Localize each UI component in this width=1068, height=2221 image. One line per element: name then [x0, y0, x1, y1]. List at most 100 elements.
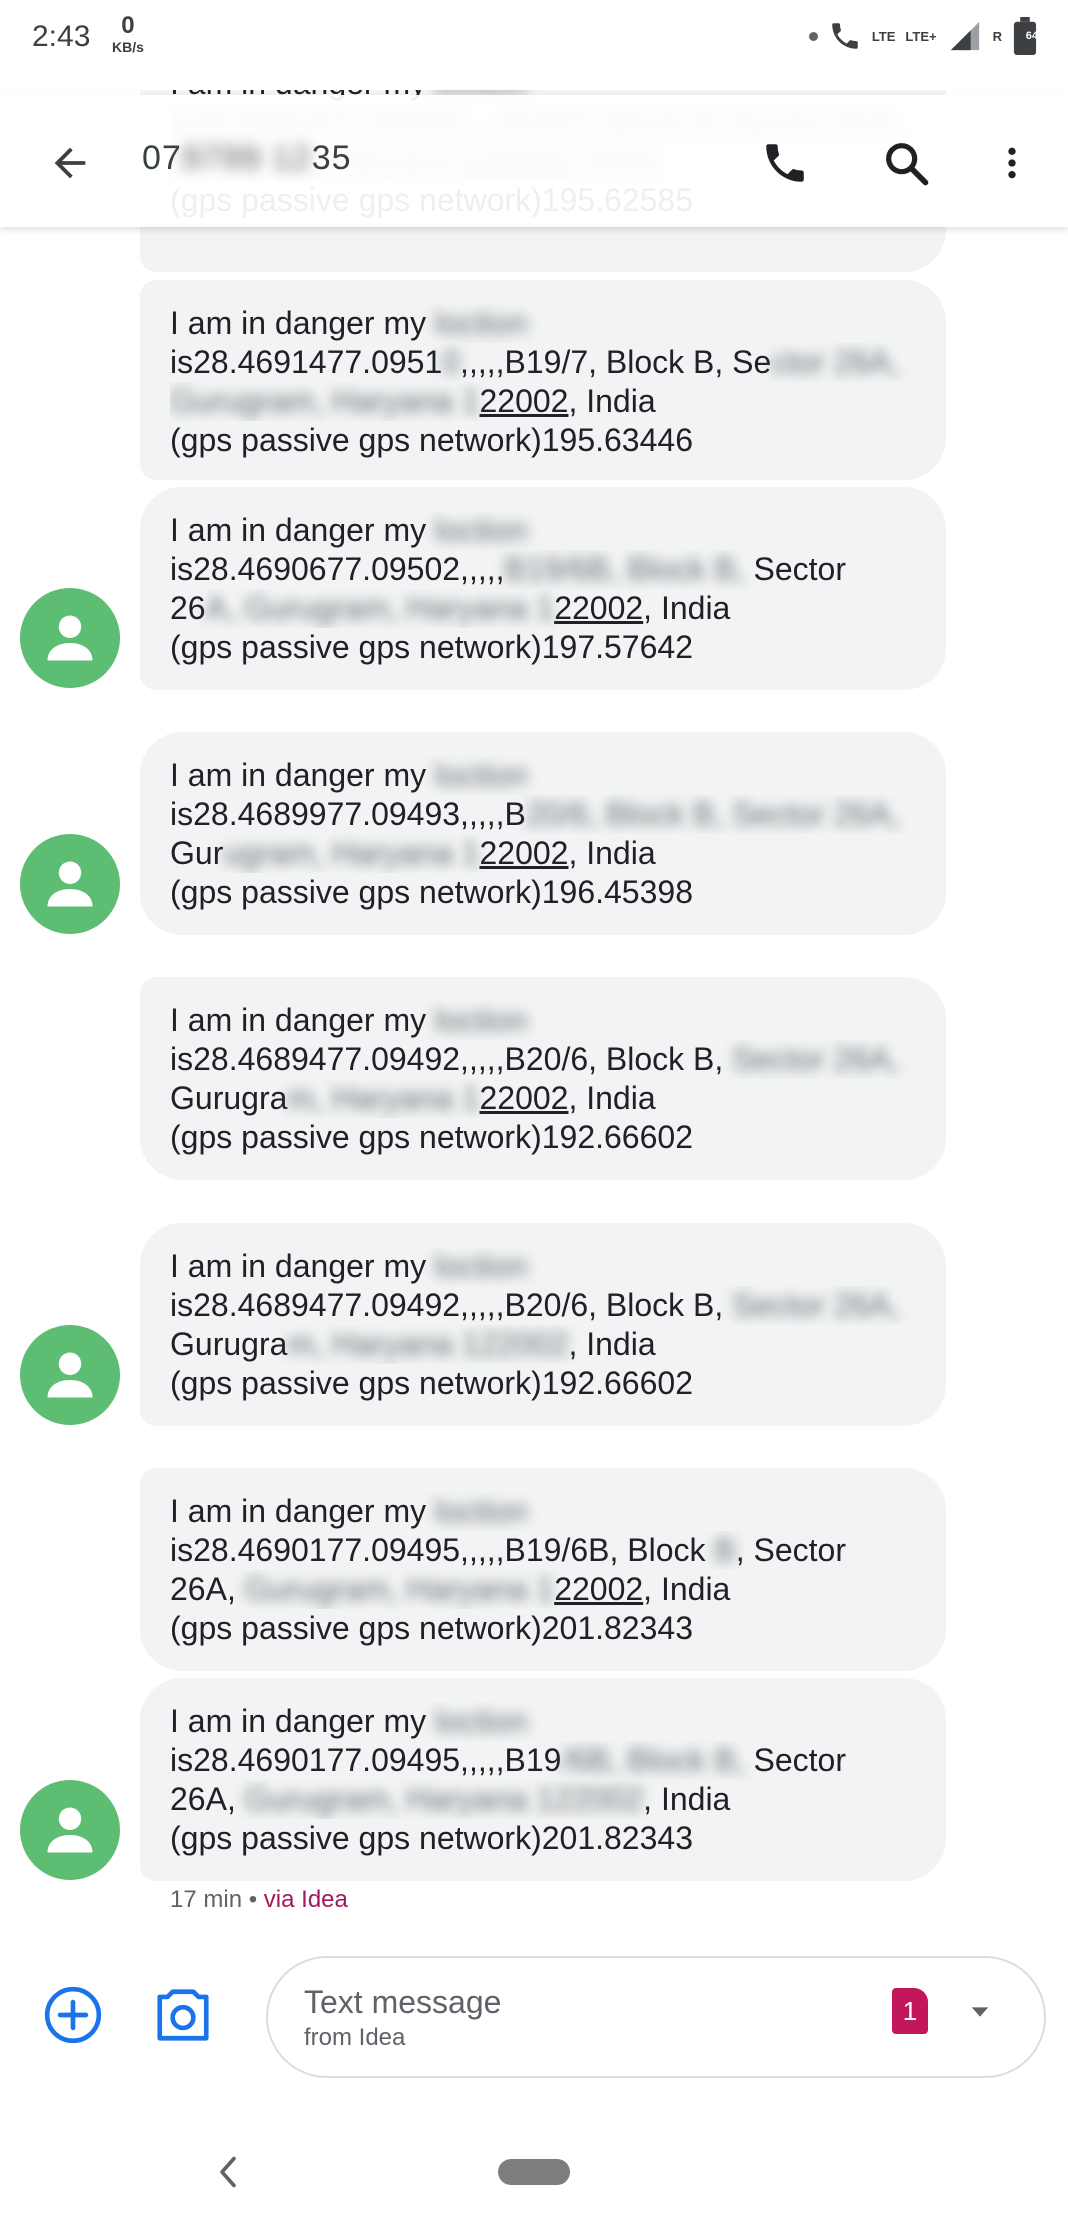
message-text[interactable]: 22002 — [479, 835, 568, 871]
redacted-text: Sector 26A, — [732, 1041, 900, 1077]
redacted-text: Sector 26A, — [732, 1287, 900, 1323]
message-text: ,,,,,B19/7, Block B, Se — [460, 344, 772, 380]
message-bubble[interactable]: I am in danger my loction is28.4689477.09… — [140, 977, 946, 1180]
message-text[interactable]: 22002 — [479, 383, 568, 419]
message-line: Gurugram, Haryana 122002, India — [170, 1079, 916, 1118]
nav-home-pill[interactable] — [498, 2159, 570, 2185]
back-button[interactable] — [42, 135, 98, 191]
sim-dropdown-button[interactable] — [960, 1992, 1000, 2032]
message-text: 26A, — [170, 1571, 245, 1607]
message-text: Gurugra — [170, 1080, 288, 1116]
search-icon — [886, 143, 929, 186]
message-text: (gps passive gps network)201.82343 — [170, 1820, 693, 1856]
message-text[interactable]: 22002 — [554, 590, 643, 626]
message-text: is28.4689477.09492,,,,,B20/6, Block B, — [170, 1287, 733, 1323]
message-bubble[interactable]: I am in danger my loction is28.4689977.09… — [140, 732, 946, 935]
message-text: Sector — [753, 551, 846, 587]
message-text: , Sector — [735, 1532, 846, 1568]
add-attachment-button[interactable] — [38, 1980, 108, 2050]
message-text: is28.4689477.09492,,,,,B20/6, Block B, — [170, 1041, 733, 1077]
network-speed-unit: KB/s — [112, 39, 144, 55]
message-line: is28.4689977.09493,,,,,B20/6, Block B, S… — [170, 795, 916, 834]
redacted-text: 0 — [442, 344, 461, 380]
redacted-text: B19/6B, Block B, — [504, 551, 754, 587]
more-options-button[interactable] — [982, 133, 1042, 193]
network-type-2: LTE+ — [905, 28, 937, 44]
sim-selector-badge[interactable]: 1 — [892, 1988, 928, 2034]
redacted-text: ugram, Haryana 1 — [223, 835, 480, 871]
redacted-text: A, Gurugram, Haryana 1 — [205, 590, 555, 626]
message-bubble[interactable]: I am in danger my loction is28.4689477.09… — [140, 1223, 946, 1426]
message-text: I am in danger my — [170, 512, 435, 548]
message-input-sim-label: from Idea — [304, 2024, 406, 2051]
person-icon — [47, 861, 93, 907]
navigation-bar — [0, 2110, 1068, 2221]
message-text: Gurugra — [170, 1326, 288, 1362]
message-bubble[interactable]: I am in danger my loction is28.4690177.09… — [140, 1678, 946, 1881]
message-bubble[interactable]: I am in danger my loction is28.4690177.09… — [140, 1468, 946, 1671]
battery-level: 64 — [1025, 30, 1038, 42]
message-line: 26A, Gurugram, Haryana 122002, India — [170, 1570, 916, 1609]
message-line: Gurugram, Haryana 122002, India — [170, 834, 916, 873]
message-text[interactable]: 22002 — [479, 1080, 568, 1116]
redacted-text: ctor 26A, — [771, 344, 900, 380]
contact-avatar[interactable] — [20, 1325, 120, 1425]
message-bubble[interactable]: I am in danger my loctionis28.4691477.09… — [140, 280, 946, 480]
message-text: (gps passive gps network)195.63446 — [170, 422, 693, 458]
message-text: , India — [643, 1571, 731, 1607]
message-line: I am in danger my loction — [170, 1247, 916, 1286]
message-line: is28.4690677.09502,,,,,B19/6B, Block B, … — [170, 550, 916, 589]
redacted-text: m, Haryana 1 — [287, 1080, 480, 1116]
message-line: is28.4689477.09492,,,,,B20/6, Block B, S… — [170, 1040, 916, 1079]
message-line: is28.4690177.09495,,,,,B19/6B, Block B, … — [170, 1531, 916, 1570]
person-icon — [47, 1807, 93, 1853]
redacted-text: loction — [435, 1248, 528, 1284]
message-text: is28.4691477.0951 — [170, 344, 443, 380]
message-line: I am in danger my loction — [170, 1492, 916, 1531]
message-line: (gps passive gps network)201.82343 — [170, 1609, 916, 1648]
dropdown-arrow-icon — [971, 2007, 989, 2017]
message-line: (gps passive gps network)201.82343 — [170, 1819, 916, 1858]
contact-title[interactable]: 079799 1235 — [142, 139, 352, 178]
message-line: (gps passive gps network)192.66602 — [170, 1364, 916, 1403]
compose-bar: Text message from Idea 1 — [0, 1950, 1068, 2080]
network-speed: 0 KB/s — [112, 14, 144, 55]
message-bubble[interactable]: I am in danger my loction is28.4690677.09… — [140, 487, 946, 690]
call-button[interactable] — [755, 133, 815, 193]
message-text: , India — [568, 835, 656, 871]
message-text: 26 — [170, 590, 206, 626]
person-icon — [47, 1352, 93, 1398]
message-text: I am in danger my — [170, 1493, 435, 1529]
redacted-text: loction — [435, 512, 528, 548]
message-line: (gps passive gps network)192.66602 — [170, 1118, 916, 1157]
message-text: I am in danger my — [170, 1002, 435, 1038]
message-text[interactable]: 22002 — [554, 1571, 643, 1607]
nav-back-icon[interactable] — [214, 2154, 242, 2190]
message-line: I am in danger my loction — [170, 1702, 916, 1741]
message-text: (gps passive gps network)192.66602 — [170, 1365, 693, 1401]
message-text: (gps passive gps network)197.57642 — [170, 629, 693, 665]
message-list[interactable]: I am in danger my loction is28.4691477.09… — [0, 0, 1068, 1930]
person-icon — [47, 615, 93, 661]
message-text: I am in danger my — [170, 1248, 435, 1284]
redacted-text: loction — [435, 1002, 528, 1038]
message-line: is28.4690177.09495,,,,,B19/6B, Block B, … — [170, 1741, 916, 1780]
contact-avatar[interactable] — [20, 1780, 120, 1880]
meta-separator: • — [242, 1886, 264, 1913]
contact-avatar[interactable] — [20, 588, 120, 688]
message-text: I am in danger my — [170, 1703, 435, 1739]
contact-avatar[interactable] — [20, 834, 120, 934]
message-text: , India — [568, 1326, 656, 1362]
search-button[interactable] — [876, 133, 936, 193]
message-line: Gurugram, Haryana 122002, India — [170, 382, 916, 421]
status-icons: LTE LTE+ R 64 — [808, 14, 1038, 58]
message-line: is28.4689477.09492,,,,,B20/6, Block B, S… — [170, 1286, 916, 1325]
message-line: (gps passive gps network)196.45398 — [170, 873, 916, 912]
message-via: via Idea — [263, 1886, 348, 1913]
camera-button[interactable] — [148, 1980, 218, 2050]
redacted-text: Gurugram, Haryana 1 — [244, 1571, 555, 1607]
camera-icon — [157, 1989, 209, 2041]
message-text: is28.4690677.09502,,,,, — [170, 551, 505, 587]
message-text: , India — [643, 1781, 731, 1817]
message-input[interactable]: Text message from Idea 1 — [266, 1956, 1046, 2078]
